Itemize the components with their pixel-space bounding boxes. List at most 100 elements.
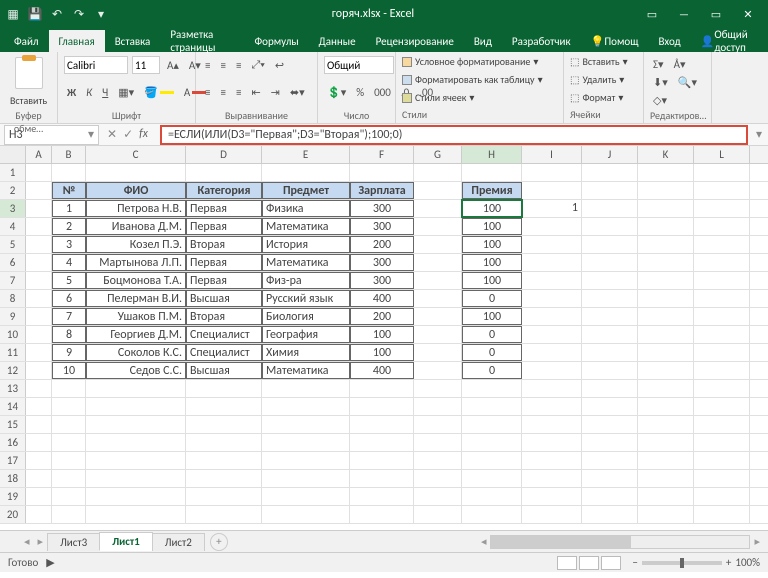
cell[interactable]: Химия <box>262 344 350 361</box>
qa-dropdown-icon[interactable]: ▾ <box>94 7 108 21</box>
sheet-tab-2[interactable]: Лист2 <box>152 533 205 551</box>
cell[interactable] <box>522 218 582 235</box>
sort-filter-icon[interactable]: Å▾ <box>671 57 689 72</box>
sheet-tab-1[interactable]: Лист1 <box>99 532 153 551</box>
grow-font-icon[interactable]: A▴ <box>164 58 182 73</box>
cell[interactable] <box>26 506 52 523</box>
cell[interactable] <box>638 380 694 397</box>
sheet-tab-3[interactable]: Лист3 <box>47 533 100 551</box>
underline-button[interactable]: Ч <box>99 85 111 100</box>
cell[interactable]: Математика <box>262 362 350 379</box>
colhead-i[interactable]: I <box>522 146 582 163</box>
cell[interactable]: Петрова Н.В. <box>86 200 186 217</box>
rowhead[interactable]: 4 <box>0 218 26 235</box>
formula-bar[interactable]: =ЕСЛИ(ИЛИ(D3="Первая";D3="Вторая");100;0… <box>160 125 748 145</box>
cell[interactable] <box>582 416 638 433</box>
cell[interactable] <box>414 308 462 325</box>
align-left-icon[interactable]: ≡ <box>202 85 213 100</box>
cell[interactable]: 100 <box>462 254 522 271</box>
cell[interactable]: Боцмонова Т.А. <box>86 272 186 289</box>
cell[interactable] <box>462 452 522 469</box>
cell[interactable]: Физика <box>262 200 350 217</box>
tab-layout[interactable]: Разметка страницы <box>160 30 244 52</box>
tab-formulas[interactable]: Формулы <box>244 30 308 52</box>
cell[interactable] <box>186 398 262 415</box>
tab-file[interactable]: Файл <box>4 30 49 52</box>
cell[interactable] <box>638 344 694 361</box>
cell[interactable]: Козел П.Э. <box>86 236 186 253</box>
cell[interactable]: 100 <box>350 326 414 343</box>
save-icon[interactable]: 💾 <box>28 7 42 21</box>
cell[interactable] <box>52 506 86 523</box>
cell[interactable]: 100 <box>462 236 522 253</box>
cell[interactable] <box>26 470 52 487</box>
cell[interactable] <box>638 398 694 415</box>
number-format-select[interactable] <box>324 56 394 74</box>
close-button[interactable]: ✕ <box>734 4 762 24</box>
cell[interactable] <box>86 488 186 505</box>
cell[interactable] <box>522 164 582 181</box>
cell[interactable] <box>522 398 582 415</box>
tab-view[interactable]: Вид <box>464 30 502 52</box>
tab-developer[interactable]: Разработчик <box>502 30 581 52</box>
colhead-b[interactable]: B <box>52 146 86 163</box>
cell[interactable] <box>414 506 462 523</box>
cell[interactable] <box>52 380 86 397</box>
paste-icon[interactable] <box>15 57 43 89</box>
cell[interactable]: 3 <box>52 236 86 253</box>
cell[interactable] <box>26 164 52 181</box>
view-page-break-icon[interactable] <box>601 556 621 570</box>
cell[interactable] <box>414 272 462 289</box>
cell[interactable] <box>638 164 694 181</box>
italic-button[interactable]: К <box>83 85 95 100</box>
cell[interactable] <box>522 380 582 397</box>
cell[interactable] <box>694 182 750 199</box>
cell[interactable] <box>350 164 414 181</box>
clear-icon[interactable]: ◇▾ <box>650 93 670 108</box>
cell[interactable] <box>638 254 694 271</box>
rowhead[interactable]: 20 <box>0 506 26 523</box>
cell[interactable] <box>350 470 414 487</box>
colhead-d[interactable]: D <box>186 146 262 163</box>
cell[interactable] <box>522 272 582 289</box>
redo-icon[interactable]: ↷ <box>72 7 86 21</box>
colhead-j[interactable]: J <box>582 146 638 163</box>
cell[interactable] <box>26 344 52 361</box>
fill-icon[interactable]: ⬇▾ <box>650 75 671 90</box>
cell[interactable] <box>52 434 86 451</box>
cell[interactable] <box>186 506 262 523</box>
cell[interactable] <box>186 380 262 397</box>
undo-icon[interactable]: ↶ <box>50 7 64 21</box>
cell[interactable] <box>86 434 186 451</box>
cell[interactable] <box>186 434 262 451</box>
autosum-icon[interactable]: Σ▾ <box>650 57 667 72</box>
cell[interactable] <box>414 488 462 505</box>
cell[interactable]: Первая <box>186 200 262 217</box>
rowhead[interactable]: 19 <box>0 488 26 505</box>
cell[interactable]: 400 <box>350 290 414 307</box>
cell[interactable] <box>694 218 750 235</box>
enter-formula-icon[interactable]: ✓ <box>123 127 133 142</box>
cell[interactable] <box>638 218 694 235</box>
colhead-c[interactable]: C <box>86 146 186 163</box>
rowhead[interactable]: 10 <box>0 326 26 343</box>
cell[interactable]: 7 <box>52 308 86 325</box>
select-all-corner[interactable] <box>0 146 26 163</box>
cell[interactable] <box>262 398 350 415</box>
rowhead[interactable]: 9 <box>0 308 26 325</box>
colhead-g[interactable]: G <box>414 146 462 163</box>
cell[interactable] <box>414 290 462 307</box>
paste-button[interactable]: Вставить <box>6 94 51 107</box>
cell[interactable] <box>414 398 462 415</box>
cell[interactable]: Первая <box>186 218 262 235</box>
zoom-in-icon[interactable]: + <box>726 556 731 569</box>
format-as-table-button[interactable]: Форматировать как таблицу▾ <box>402 73 557 87</box>
cell[interactable] <box>582 290 638 307</box>
cell[interactable] <box>582 236 638 253</box>
cell[interactable]: 100 <box>462 272 522 289</box>
new-sheet-button[interactable]: + <box>210 533 228 551</box>
orientation-icon[interactable]: ⤢▾ <box>248 57 267 73</box>
cell[interactable]: История <box>262 236 350 253</box>
conditional-formatting-button[interactable]: Условное форматирование▾ <box>402 55 557 69</box>
cell[interactable] <box>26 452 52 469</box>
